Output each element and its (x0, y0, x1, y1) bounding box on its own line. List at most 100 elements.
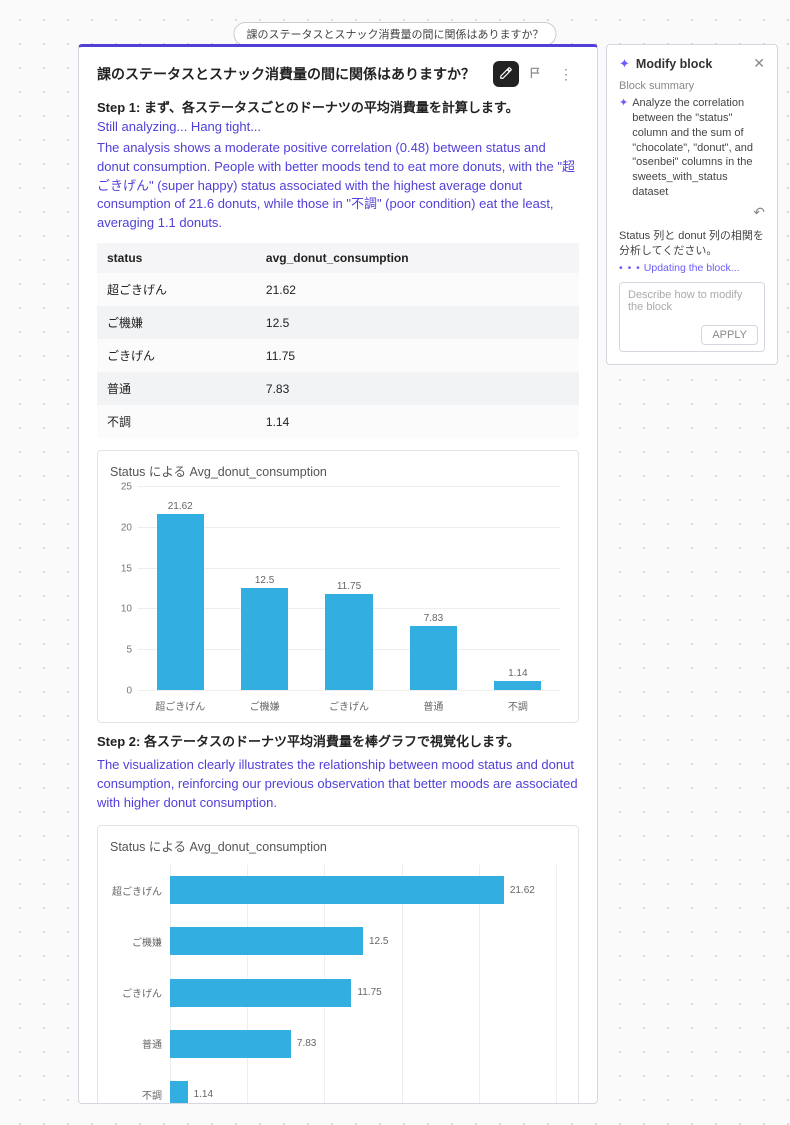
y-tick-label: 25 (121, 482, 138, 493)
bar-value-label: 1.14 (194, 1089, 213, 1100)
bar-value-label: 11.75 (337, 581, 361, 592)
bar-rect (170, 927, 363, 955)
y-tick-label: 10 (121, 604, 138, 615)
bar: ご機嫌12.5 (170, 927, 556, 955)
undo-icon: ↶ (753, 204, 765, 220)
modify-block-panel: ✦ Modify block ✕ Block summary ✦ Analyze… (606, 44, 778, 365)
step2-heading: Step 2: 各ステータスのドーナツ平均消費量を棒グラフで視覚化します。 (97, 731, 579, 750)
y-tick-label: 超ごきげん (110, 883, 170, 898)
bar-value-label: 12.5 (255, 575, 274, 586)
query-pill-text: 課のステータスとスナック消費量の間に関係はありますか？ (247, 29, 544, 41)
table-row: 超ごきげん21.62 (97, 273, 579, 306)
block-summary: ✦ Analyze the correlation between the "s… (619, 96, 765, 200)
y-tick-label: 不調 (110, 1087, 170, 1102)
step1-heading: Step 1: まず、各ステータスごとのドーナツの平均消費量を計算します。 (97, 97, 579, 116)
table-row: 普通7.83 (97, 372, 579, 405)
pencil-icon (499, 66, 513, 83)
loading-dots-icon: • • • (619, 262, 641, 274)
table-cell: 1.14 (256, 405, 579, 438)
sparkle-icon: ✦ (619, 56, 630, 72)
previous-instruction: Status 列と donut 列の相関を分析してください。 (619, 229, 765, 259)
block-summary-text: Analyze the correlation between the "sta… (632, 96, 765, 200)
bar-value-label: 21.62 (168, 501, 193, 512)
table-row: 不調1.14 (97, 405, 579, 438)
card-title: 課のステータスとスナック消費量の間に関係はありますか？ (97, 64, 489, 84)
table-cell: 超ごきげん (97, 273, 256, 306)
bar-value-label: 12.5 (369, 936, 388, 947)
table-row: ごきげん11.75 (97, 339, 579, 372)
y-tick-label: ごきげん (110, 985, 170, 1000)
modify-input[interactable]: Describe how to modify the block APPLY (619, 282, 765, 352)
sparkle-icon: ✦ (619, 96, 628, 200)
x-tick-label: ご機嫌 (222, 694, 306, 716)
bar-rect (170, 1030, 291, 1058)
panel-title: Modify block (636, 57, 753, 71)
col-avg: avg_donut_consumption (256, 243, 579, 273)
bar-rect (170, 979, 351, 1007)
x-tick-label: ごきげん (307, 694, 391, 716)
bar: 超ごきげん21.62 (170, 876, 556, 904)
bar: 普通7.83 (170, 1030, 556, 1058)
analysis-paragraph: The analysis shows a moderate positive c… (97, 139, 579, 233)
query-pill[interactable]: 課のステータスとスナック消費量の間に関係はありますか？ (234, 22, 557, 46)
undo-button[interactable]: ↶ (619, 204, 765, 221)
bar: ごきげん11.75 (170, 979, 556, 1007)
vertical-bar-chart: Status による Avg_donut_consumption 0 5 10 15 2… (97, 450, 579, 723)
table-cell: ごきげん (97, 339, 256, 372)
bar-rect (410, 626, 457, 690)
flag-button[interactable] (523, 61, 549, 87)
table-cell: 21.62 (256, 273, 579, 306)
kebab-icon: ⋮ (559, 66, 573, 83)
y-tick-label: 0 (126, 686, 138, 697)
edit-button[interactable] (493, 61, 519, 87)
more-button[interactable]: ⋮ (553, 61, 579, 87)
y-tick-label: ご機嫌 (110, 934, 170, 949)
results-table: status avg_donut_consumption 超ごきげん21.62ご… (97, 243, 579, 438)
table-cell: 普通 (97, 372, 256, 405)
input-placeholder: Describe how to modify the block (628, 289, 742, 313)
close-icon: ✕ (753, 55, 765, 71)
hbar-area: 超ごきげん21.62ご機嫌12.5ごきげん11.75普通7.83不調1.14 0… (110, 861, 566, 1104)
horizontal-bar-chart: Status による Avg_donut_consumption 超ごきげん21… (97, 825, 579, 1104)
updating-status: • • • Updating the block... (619, 262, 765, 274)
step2-paragraph: The visualization clearly illustrates th… (97, 756, 579, 813)
table-row: ご機嫌12.5 (97, 306, 579, 339)
x-tick-label: 超ごきげん (138, 694, 222, 716)
y-tick-label: 15 (121, 563, 138, 574)
y-tick-label: 普通 (110, 1036, 170, 1051)
chart2-title: Status による Avg_donut_consumption (110, 836, 566, 855)
table-cell: 不調 (97, 405, 256, 438)
col-status: status (97, 243, 256, 273)
bar-rect (157, 514, 204, 690)
bar-value-label: 11.75 (357, 987, 381, 998)
bar-rect (494, 681, 541, 690)
apply-button[interactable]: APPLY (701, 325, 758, 345)
vbar-area: 0510152025 21.6212.511.757.831.14 超ごきげんご… (110, 486, 566, 716)
updating-text: Updating the block... (644, 262, 740, 274)
x-tick-label: 普通 (391, 694, 475, 716)
apply-label: APPLY (712, 329, 747, 341)
bar-rect (325, 594, 372, 690)
close-button[interactable]: ✕ (753, 55, 765, 72)
bar: 11.75 (307, 486, 391, 690)
bar-value-label: 7.83 (424, 613, 443, 624)
card-header: 課のステータスとスナック消費量の間に関係はありますか？ ⋮ (97, 61, 579, 87)
y-tick-label: 5 (126, 645, 138, 656)
analysis-card: 課のステータスとスナック消費量の間に関係はありますか？ ⋮ Step 1: まず… (78, 44, 598, 1104)
table-cell: ご機嫌 (97, 306, 256, 339)
flag-icon (529, 66, 543, 83)
x-tick-label: 不調 (476, 694, 560, 716)
bar: 7.83 (391, 486, 475, 690)
analyzing-status: Still analyzing... Hang tight... (97, 118, 579, 137)
bar: 12.5 (222, 486, 306, 690)
y-tick-label: 20 (121, 522, 138, 533)
bar-value-label: 1.14 (508, 668, 527, 679)
table-cell: 12.5 (256, 306, 579, 339)
panel-subheading: Block summary (619, 80, 765, 92)
bar: 不調1.14 (170, 1081, 556, 1104)
bar-value-label: 7.83 (297, 1038, 316, 1049)
table-header-row: status avg_donut_consumption (97, 243, 579, 273)
bar-rect (170, 1081, 188, 1104)
table-cell: 11.75 (256, 339, 579, 372)
chart1-title: Status による Avg_donut_consumption (110, 461, 566, 480)
